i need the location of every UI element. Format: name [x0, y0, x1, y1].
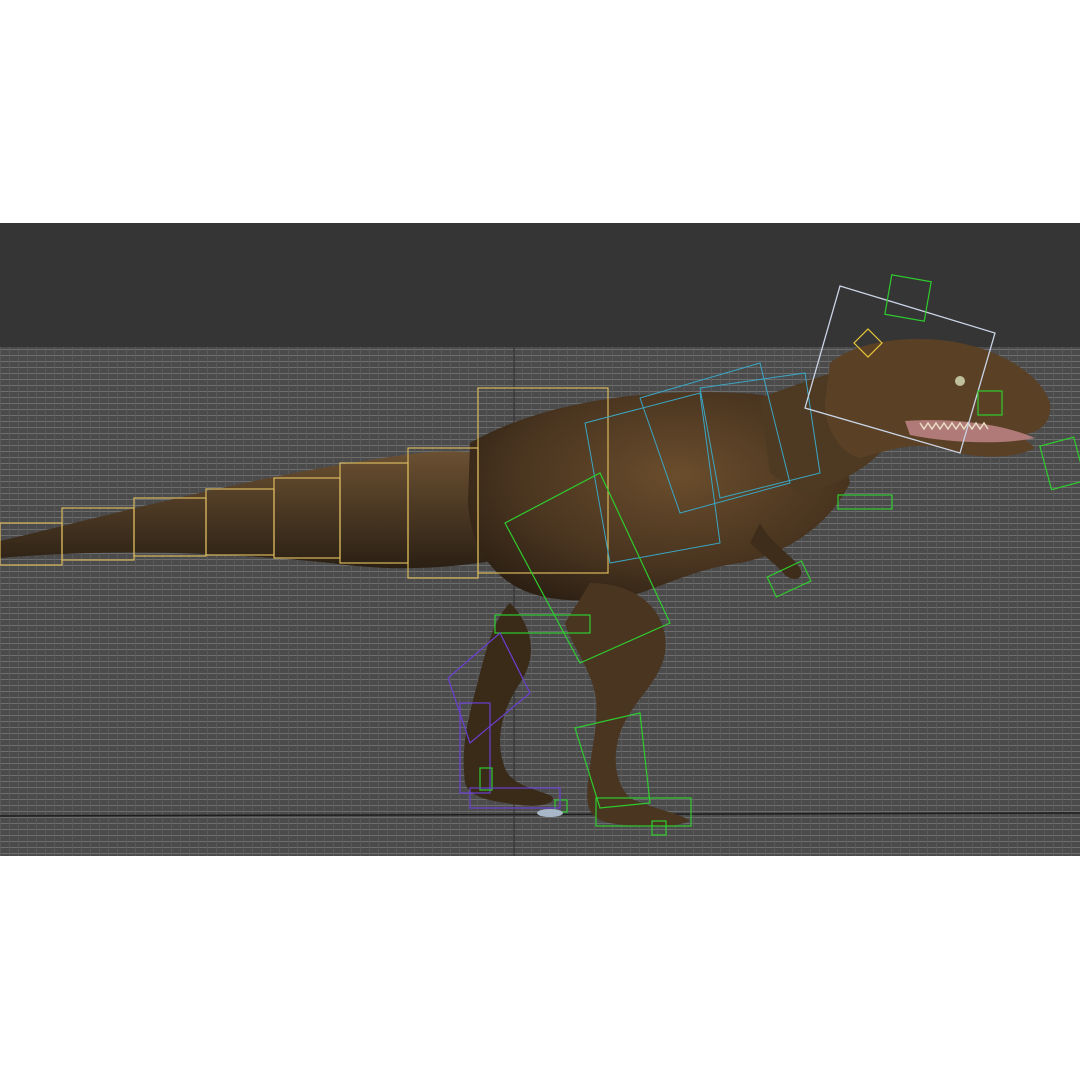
trex-eye: [955, 376, 965, 386]
ground-marker-icon: [537, 809, 563, 817]
bottom-letterbox: [0, 856, 1080, 1080]
top-letterbox: [0, 0, 1080, 223]
3d-viewport[interactable]: [0, 223, 1080, 856]
viewport-sky: [0, 223, 1080, 347]
viewport-canvas[interactable]: [0, 223, 1080, 856]
